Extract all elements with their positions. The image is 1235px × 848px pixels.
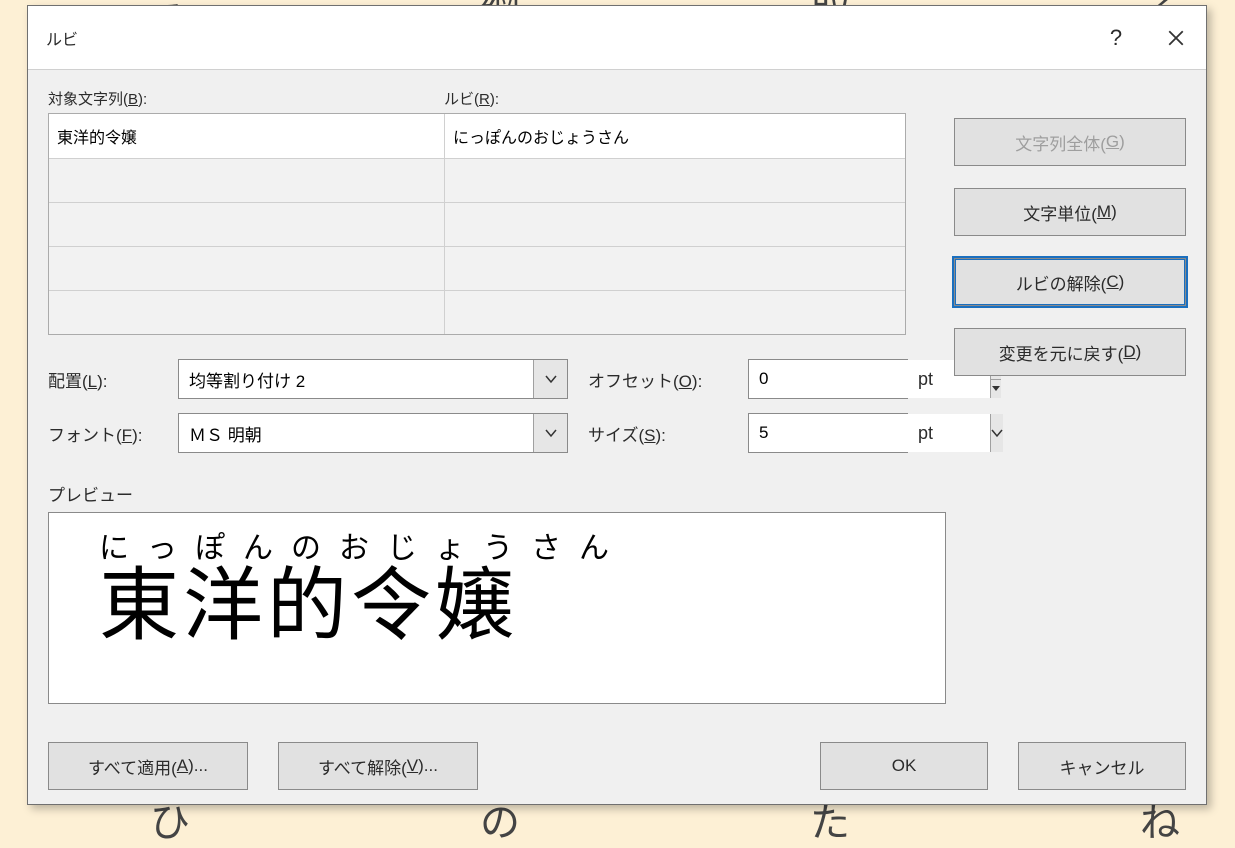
target-input-3 bbox=[49, 203, 445, 246]
target-input-4 bbox=[49, 247, 445, 290]
apply-all-button[interactable]: すべて適用(A)... bbox=[48, 742, 248, 790]
chevron-down-icon bbox=[991, 427, 1003, 439]
ruby-input-2 bbox=[445, 159, 905, 202]
chevron-down-icon bbox=[991, 385, 1001, 393]
close-button[interactable] bbox=[1146, 6, 1206, 70]
dialog-title: ルビ bbox=[46, 26, 1086, 50]
target-label: 対象文字列(B): bbox=[48, 88, 444, 109]
offset-label: オフセット(O): bbox=[588, 367, 748, 392]
preview-label: プレビュー bbox=[48, 481, 1186, 506]
chevron-down-icon bbox=[545, 373, 557, 385]
font-combo-button[interactable] bbox=[533, 414, 567, 452]
per-char-button[interactable]: 文字単位(M) bbox=[954, 188, 1186, 236]
size-combo-button[interactable] bbox=[990, 414, 1003, 452]
size-combo-input[interactable] bbox=[749, 414, 990, 452]
ruby-label: ルビ(R): bbox=[444, 88, 499, 109]
align-combo-input[interactable] bbox=[179, 360, 533, 398]
align-combo-button[interactable] bbox=[533, 360, 567, 398]
close-icon bbox=[1167, 29, 1185, 47]
ruby-grid bbox=[48, 113, 906, 335]
help-button[interactable]: ? bbox=[1086, 6, 1146, 70]
ruby-input-5 bbox=[445, 291, 905, 334]
font-combo[interactable] bbox=[178, 413, 568, 453]
cancel-button[interactable]: キャンセル bbox=[1018, 742, 1186, 790]
preview-box: にっぽんのおじょうさん 東洋的令嬢 bbox=[48, 512, 946, 704]
preview-base-text: 東洋的令嬢 bbox=[99, 563, 895, 651]
align-combo[interactable] bbox=[178, 359, 568, 399]
preview-ruby-text: にっぽんのおじょうさん bbox=[99, 523, 895, 567]
ok-button[interactable]: OK bbox=[820, 742, 988, 790]
titlebar: ルビ ? bbox=[28, 6, 1206, 70]
bottom-button-row: すべて適用(A)... すべて解除(V)... OK キャンセル bbox=[48, 742, 1186, 790]
font-label: フォント(F): bbox=[48, 421, 178, 446]
size-combo[interactable] bbox=[748, 413, 908, 453]
remove-all-button[interactable]: すべて解除(V)... bbox=[278, 742, 478, 790]
undo-changes-button[interactable]: 変更を元に戻す(D) bbox=[954, 328, 1186, 376]
side-button-group: 文字列全体(G) 文字単位(M) ルビの解除(C) 変更を元に戻す(D) bbox=[954, 118, 1186, 376]
size-unit: pt bbox=[918, 423, 933, 444]
offset-down-button[interactable] bbox=[991, 379, 1001, 399]
ruby-input-1[interactable] bbox=[445, 114, 905, 158]
font-combo-input[interactable] bbox=[179, 414, 533, 452]
align-label: 配置(L): bbox=[48, 367, 178, 392]
size-label: サイズ(S): bbox=[588, 421, 748, 446]
target-input-5 bbox=[49, 291, 445, 334]
target-input-1[interactable] bbox=[49, 114, 445, 158]
dialog-content: 対象文字列(B): ルビ(R): bbox=[28, 70, 1206, 804]
ruby-input-4 bbox=[445, 247, 905, 290]
target-input-2 bbox=[49, 159, 445, 202]
ruby-input-3 bbox=[445, 203, 905, 246]
offset-spinner[interactable] bbox=[748, 359, 908, 399]
group-all-button: 文字列全体(G) bbox=[954, 118, 1186, 166]
chevron-down-icon bbox=[545, 427, 557, 439]
offset-unit: pt bbox=[918, 369, 933, 390]
ruby-dialog: ルビ ? 対象文字列(B): ルビ(R): bbox=[27, 5, 1207, 805]
clear-ruby-button[interactable]: ルビの解除(C) bbox=[954, 258, 1186, 306]
